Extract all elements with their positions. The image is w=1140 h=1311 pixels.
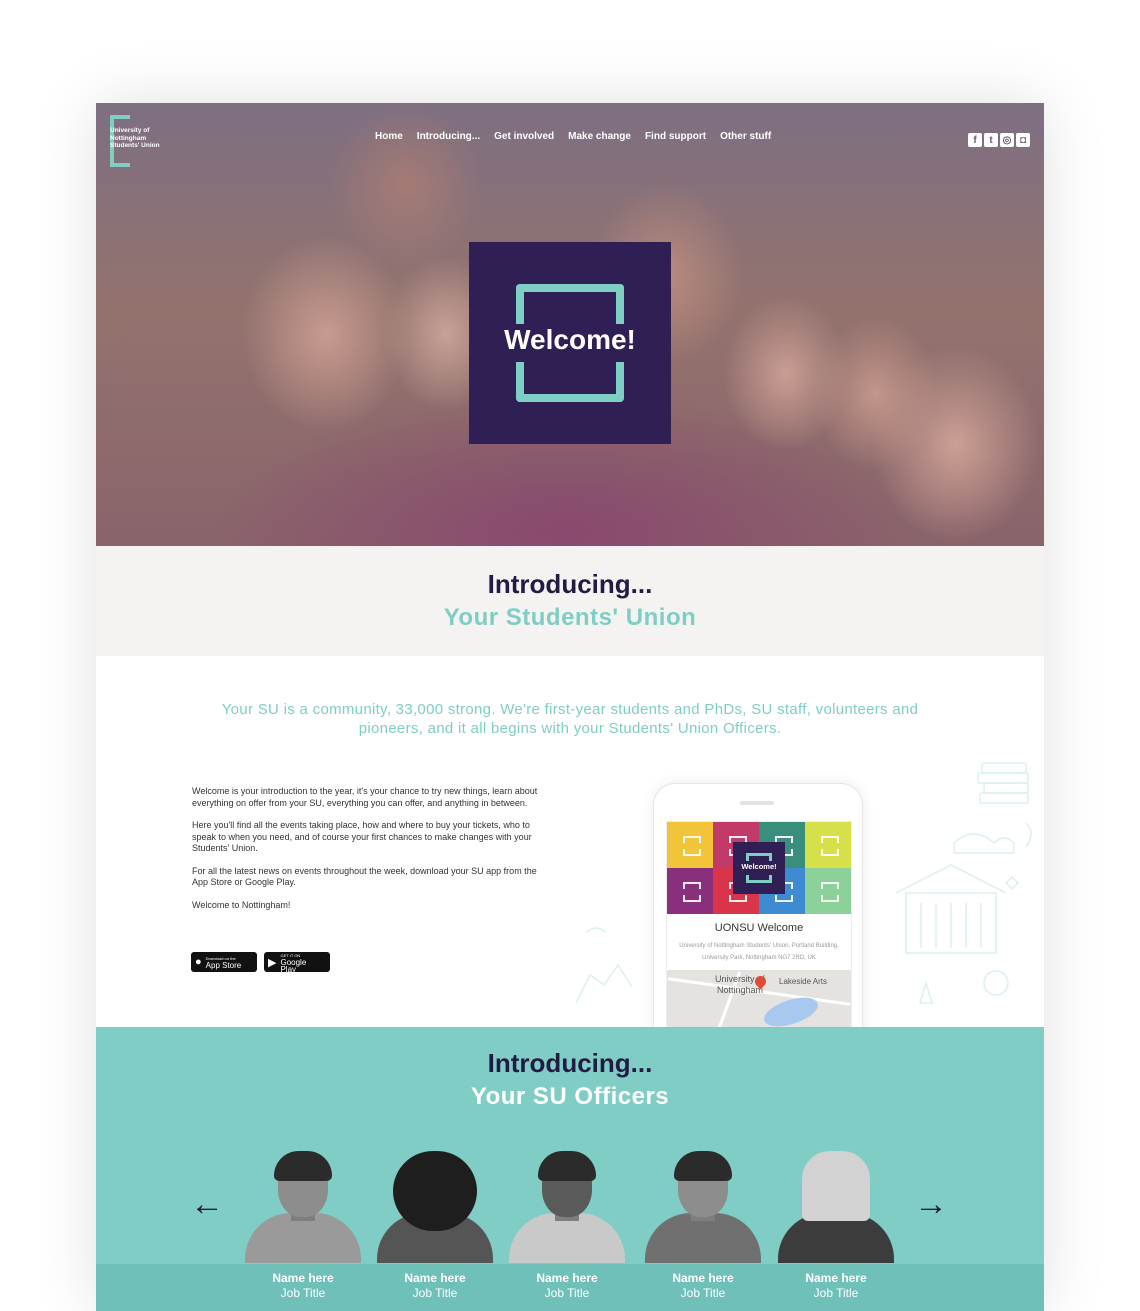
nav-item-home[interactable]: Home bbox=[375, 131, 403, 142]
location-map[interactable]: University of Nottingham Lakeside Arts bbox=[667, 970, 851, 1034]
instagram-icon[interactable]: ◎ bbox=[1000, 133, 1014, 147]
officer-portrait bbox=[505, 1151, 629, 1263]
officers-title: Introducing... bbox=[487, 1048, 653, 1078]
bracket-top-icon bbox=[516, 284, 624, 324]
google-play-label: Google Play bbox=[280, 957, 307, 974]
phone-mockup: Welcome! UONSU Welcome University of Not… bbox=[653, 783, 863, 1034]
carousel-next-arrow-icon[interactable]: → bbox=[914, 1187, 948, 1221]
app-tile[interactable] bbox=[667, 822, 713, 868]
officers-section: Introducing... Your SU Officers ← → Name… bbox=[96, 1027, 1044, 1311]
app-tile[interactable] bbox=[667, 868, 713, 914]
welcome-body-copy: Welcome is your introduction to the year… bbox=[192, 786, 548, 922]
bracket-bottom-icon bbox=[516, 362, 624, 402]
app-store-button[interactable]: ● Download on the App Store bbox=[191, 952, 257, 972]
officer-name: Name here bbox=[805, 1271, 867, 1285]
social-links: f t ◎ ◘ bbox=[968, 133, 1030, 147]
officer-name: Name here bbox=[536, 1271, 598, 1285]
su-logo[interactable]: University of Nottingham Students' Union bbox=[110, 115, 168, 167]
officer-portrait bbox=[641, 1151, 765, 1263]
officer-name: Name here bbox=[404, 1271, 466, 1285]
officer-job-title: Job Title bbox=[544, 1286, 590, 1300]
officer-job-title: Job Title bbox=[813, 1286, 859, 1300]
phone-screen: Welcome! UONSU Welcome University of Not… bbox=[666, 821, 852, 1034]
map-label: Lakeside Arts bbox=[779, 977, 828, 986]
app-store-label: App Store bbox=[205, 961, 242, 970]
intro-heading-band: Introducing... Your Students' Union bbox=[96, 546, 1044, 656]
body-paragraph: For all the latest news on events throug… bbox=[192, 865, 537, 888]
app-address: University of Nottingham Students' Union… bbox=[679, 943, 839, 961]
facebook-icon[interactable]: f bbox=[968, 133, 982, 147]
hero-banner: University of Nottingham Students' Union… bbox=[96, 103, 1044, 546]
nav-item-find-support[interactable]: Find support bbox=[645, 131, 706, 142]
body-paragraph: Welcome is your introduction to the year… bbox=[192, 786, 538, 808]
nav-item-other-stuff[interactable]: Other stuff bbox=[720, 131, 771, 142]
body-paragraph: Here you'll find all the events taking p… bbox=[192, 820, 532, 853]
app-title: UONSU Welcome bbox=[714, 922, 804, 934]
officer-job-title: Job Title bbox=[680, 1286, 726, 1300]
mini-welcome-badge: Welcome! bbox=[733, 842, 785, 894]
google-play-icon: ▶ bbox=[268, 956, 277, 969]
logo-text: University of Nottingham Students' Union bbox=[110, 127, 160, 149]
mini-welcome-text: Welcome! bbox=[741, 862, 777, 871]
snapchat-icon[interactable]: ◘ bbox=[1016, 133, 1030, 147]
bracket-top-icon bbox=[746, 853, 772, 861]
nav-item-make-change[interactable]: Make change bbox=[568, 131, 631, 142]
welcome-text: Welcome! bbox=[504, 324, 636, 355]
app-tile[interactable] bbox=[805, 868, 851, 914]
app-tile[interactable] bbox=[805, 822, 851, 868]
officer-portrait bbox=[241, 1151, 365, 1263]
intro-subtitle: Your Students' Union bbox=[443, 604, 697, 631]
officer-name: Name here bbox=[672, 1271, 734, 1285]
apple-icon: ● bbox=[195, 956, 202, 968]
nav-item-get-involved[interactable]: Get involved bbox=[494, 131, 554, 142]
page: University of Nottingham Students' Union… bbox=[96, 103, 1044, 1311]
officer-name: Name here bbox=[272, 1271, 334, 1285]
phone-speaker bbox=[740, 801, 774, 805]
officers-subtitle: Your SU Officers bbox=[470, 1083, 670, 1110]
welcome-badge: Welcome! bbox=[469, 242, 671, 444]
officer-portrait bbox=[373, 1151, 497, 1263]
bracket-bottom-icon bbox=[746, 875, 772, 883]
nav-item-introducing[interactable]: Introducing... bbox=[417, 131, 480, 142]
twitter-icon[interactable]: t bbox=[984, 133, 998, 147]
map-label: Nottingham bbox=[717, 985, 764, 995]
officer-portrait bbox=[774, 1151, 898, 1263]
intro-title: Introducing... bbox=[487, 569, 653, 599]
officer-job-title: Job Title bbox=[412, 1286, 458, 1300]
body-paragraph: Welcome to Nottingham! bbox=[192, 899, 291, 910]
main-nav: Home Introducing... Get involved Make ch… bbox=[375, 131, 771, 142]
officer-job-title: Job Title bbox=[280, 1286, 326, 1300]
carousel-prev-arrow-icon[interactable]: ← bbox=[190, 1187, 224, 1221]
google-play-button[interactable]: ▶ GET IT ON Google Play bbox=[264, 952, 330, 974]
